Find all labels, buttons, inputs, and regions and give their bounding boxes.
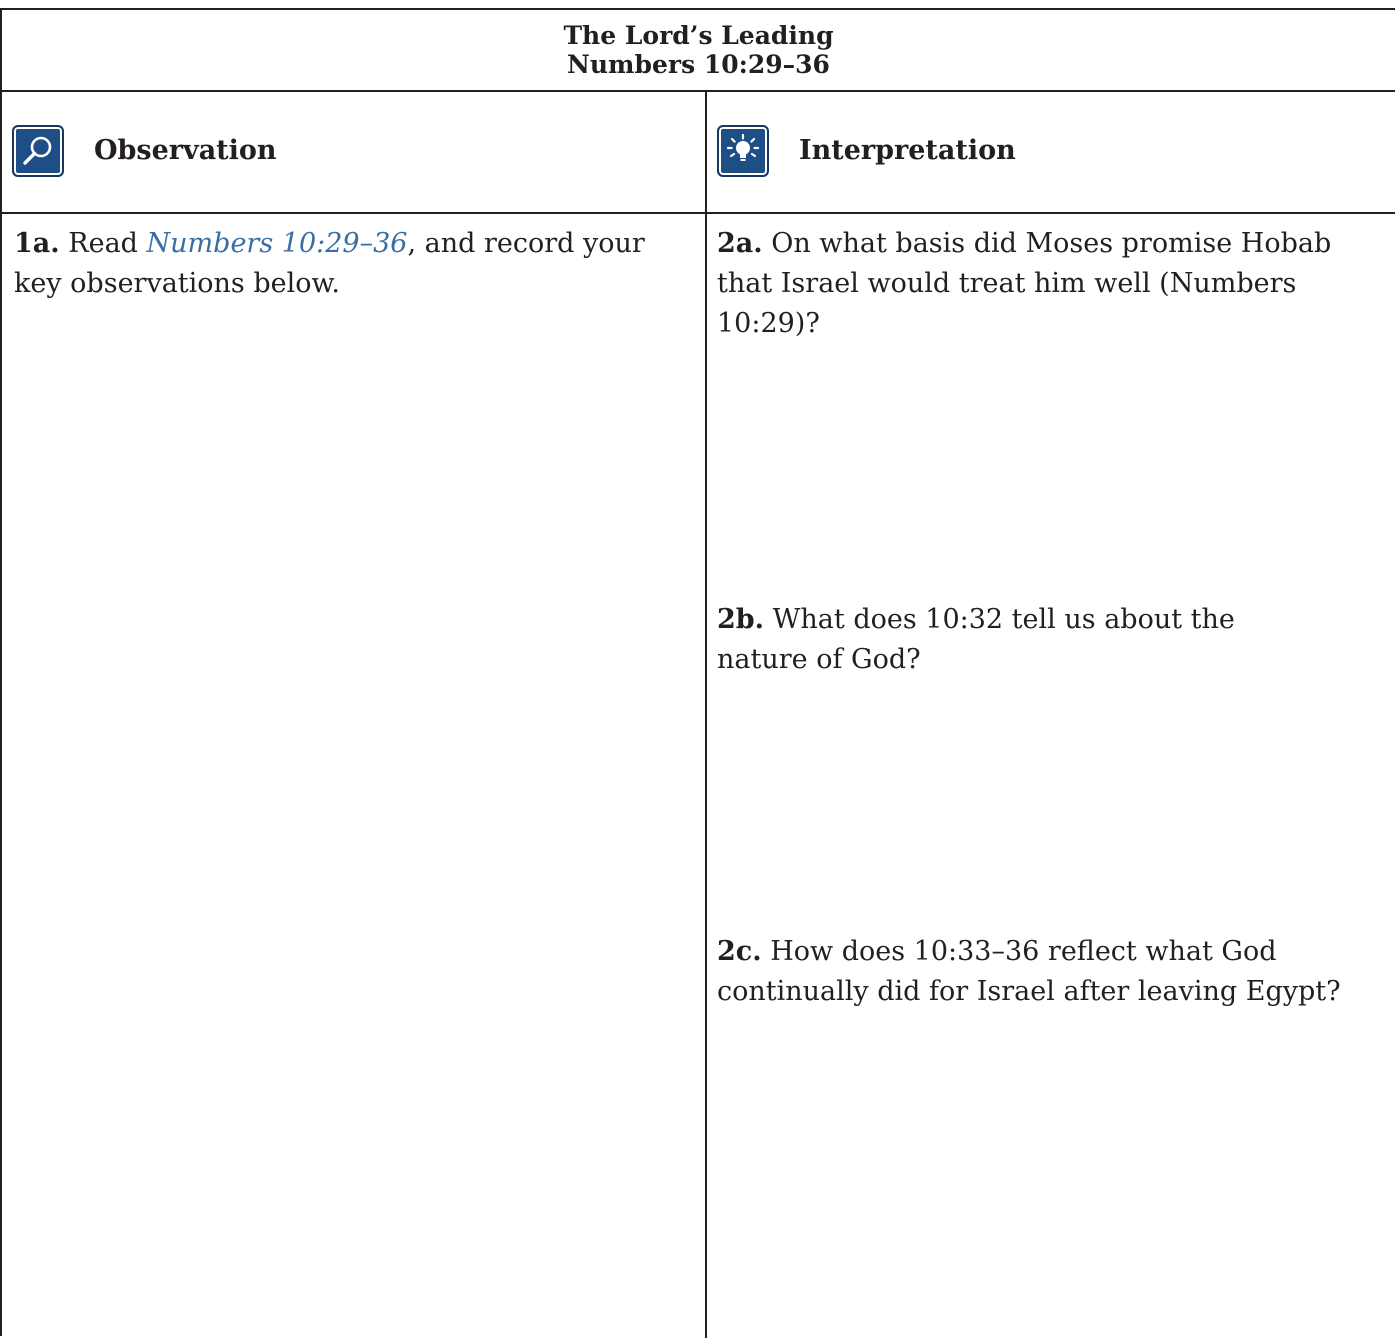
lightbulb-icon [717, 125, 769, 177]
question-1a-text-before: Read [59, 228, 147, 259]
question-1a-number: 1a. [14, 228, 60, 259]
question-2a-number: 2a. [717, 228, 763, 259]
question-2b: 2b. What does 10:32 tell us about the na… [717, 600, 1307, 680]
question-1a: 1a. Read Numbers 10:29–36, and record yo… [14, 224, 674, 304]
question-2c-text: How does 10:33–36 reflect what God conti… [717, 936, 1341, 1007]
question-2c: 2c. How does 10:33–36 reflect what God c… [717, 932, 1377, 1012]
magnifier-icon [12, 125, 64, 177]
scripture-reference-link[interactable]: Numbers 10:29–36 [147, 228, 408, 259]
question-2b-text: What does 10:32 tell us about the nature… [717, 604, 1235, 675]
interpretation-header: Interpretation [707, 92, 1395, 214]
worksheet-title: The Lord’s Leading Numbers 10:29–36 [2, 10, 1395, 92]
title-line-2: Numbers 10:29–36 [567, 50, 830, 79]
question-2a-text: On what basis did Moses promise Hobab th… [717, 228, 1332, 339]
interpretation-column: Interpretation 2a. On what basis did Mos… [707, 92, 1395, 1338]
question-2a: 2a. On what basis did Moses promise Hoba… [717, 224, 1377, 344]
question-2c-number: 2c. [717, 936, 762, 967]
question-2b-number: 2b. [717, 604, 765, 635]
observation-column: Observation 1a. Read Numbers 10:29–36, a… [2, 92, 707, 1338]
lightbulb-glyph [726, 133, 760, 161]
title-line-1: The Lord’s Leading [563, 21, 834, 50]
magnifier-glyph [23, 136, 52, 165]
interpretation-heading: Interpretation [799, 135, 1016, 166]
observation-header: Observation [2, 92, 705, 214]
observation-heading: Observation [94, 135, 277, 166]
study-worksheet: The Lord’s Leading Numbers 10:29–36 Obse… [0, 8, 1395, 1338]
